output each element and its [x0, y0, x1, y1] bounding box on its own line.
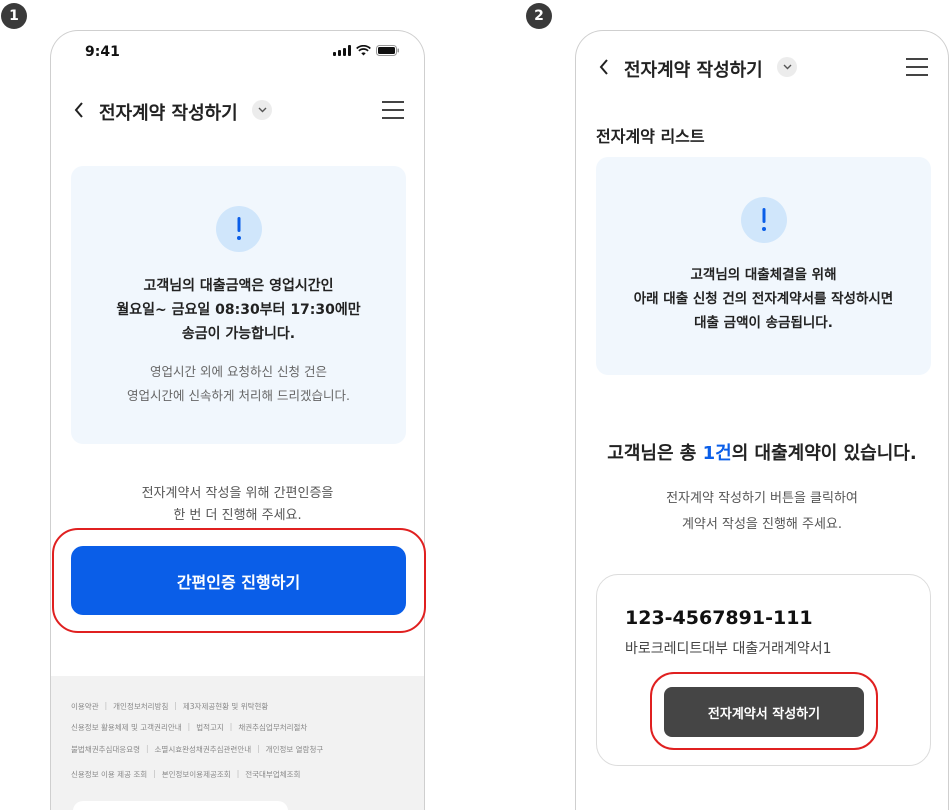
- notice-line: 월요일~ 금요일 08:30부터 17:30에만: [116, 302, 361, 318]
- guide-line: 전자계약 작성하기 버튼을 클릭하여: [666, 491, 858, 506]
- notice-line: 고객님의 대출체결을 위해: [690, 267, 837, 283]
- status-time: 9:41: [85, 44, 120, 60]
- footer-link[interactable]: 제3자제공현황 및 위탁현황: [183, 701, 268, 712]
- footer-links-row: 신용정보 이용 제공 조회 | 본인정보이용제공조회 | 전국대부업체조회: [71, 769, 301, 780]
- footer-link[interactable]: 채권추심업무처리절차: [238, 722, 307, 733]
- notice-card: 고객님의 대출체결을 위해 아래 대출 신청 건의 전자계약서를 작성하시면 대…: [596, 157, 931, 375]
- instruction-text: 전자계약서 작성을 위해 간편인증을 한 번 더 진행해 주세요.: [51, 483, 424, 527]
- page-title: 전자계약 작성하기: [624, 60, 763, 81]
- section-title: 전자계약 리스트: [596, 127, 705, 146]
- footer-link[interactable]: 전국대부업체조회: [245, 769, 300, 780]
- notice-line: 고객님의 대출금액은 영업시간인: [143, 278, 334, 294]
- phone-screen-2: 전자계약 작성하기 전자계약 리스트 고객님의 대출체결을 위해 아래 대출 신…: [575, 30, 949, 810]
- footer-link[interactable]: 이용약관: [71, 701, 99, 712]
- contract-card: 123-4567891-111 바로크레디트대부 대출거래계약서1 전자계약서 …: [596, 574, 931, 766]
- footer-link[interactable]: 신용정보 이용 제공 조회: [71, 769, 147, 780]
- title-dropdown-button[interactable]: [252, 100, 272, 120]
- notice-text: 고객님의 대출체결을 위해 아래 대출 신청 건의 전자계약서를 작성하시면 대…: [596, 263, 931, 335]
- footer-link[interactable]: 개인정보 열람청구: [266, 744, 324, 755]
- status-icons: [333, 45, 400, 56]
- step-badge-1: 1: [1, 3, 27, 29]
- back-arrow-icon: [74, 102, 83, 118]
- chevron-down-icon: [783, 64, 791, 70]
- footer-link[interactable]: 불법채권추심대응요령: [71, 744, 140, 755]
- simple-auth-button[interactable]: 간편인증 진행하기: [71, 546, 406, 615]
- battery-icon: [376, 45, 399, 56]
- back-arrow-icon: [599, 59, 608, 75]
- guide-text: 전자계약 작성하기 버튼을 클릭하여 계약서 작성을 진행해 주세요.: [576, 486, 948, 538]
- summary-prefix: 고객님은 총: [607, 443, 703, 464]
- footer-link[interactable]: 본인정보이용제공조회: [162, 769, 231, 780]
- summary-suffix: 의 대출계약이 있습니다.: [731, 443, 917, 464]
- hamburger-menu-button[interactable]: [382, 99, 404, 121]
- footer-links-row: 신용정보 활용체제 및 고객권리안내 | 법적고지 | 채권추심업무처리절차: [71, 722, 308, 733]
- phone-screen-1: 9:41 전자계약 작성하기 고객님의 대출금액은 영업시간인 월요일~ 금요일…: [50, 30, 425, 810]
- footer: 이용약관 | 개인정보처리방침 | 제3자제공현황 및 위탁현황 신용정보 활용체제…: [51, 676, 424, 810]
- notice-card: 고객님의 대출금액은 영업시간인 월요일~ 금요일 08:30부터 17:30에…: [71, 166, 406, 444]
- status-bar: 9:41: [51, 31, 424, 75]
- notice-sub-line: 영업시간 외에 요청하신 신청 건은: [150, 364, 327, 379]
- contract-summary: 고객님은 총 1건의 대출계약이 있습니다.: [576, 439, 948, 465]
- footer-link[interactable]: 소멸시효완성채권추심관련안내: [155, 744, 252, 755]
- exclamation-icon: [741, 197, 787, 243]
- notice-line: 아래 대출 신청 건의 전자계약서를 작성하시면: [633, 291, 894, 307]
- footer-links-row: 불법채권추심대응요령 | 소멸시효완성채권추심관련안내 | 개인정보 열람청구: [71, 744, 324, 755]
- guide-line: 계약서 작성을 진행해 주세요.: [681, 517, 843, 532]
- contract-number: 123-4567891-111: [625, 607, 813, 629]
- instruction-line: 한 번 더 진행해 주세요.: [173, 508, 302, 523]
- app-bar: 전자계약 작성하기: [51, 90, 424, 130]
- notice-sub-line: 영업시간에 신속하게 처리해 드리겠습니다.: [127, 388, 350, 403]
- wifi-icon: [356, 45, 371, 56]
- app-bar: 전자계약 작성하기: [576, 47, 948, 87]
- back-button[interactable]: [594, 57, 614, 77]
- hamburger-menu-button[interactable]: [906, 56, 928, 78]
- notice-line: 대출 금액이 송금됩니다.: [694, 315, 833, 331]
- footer-link[interactable]: 개인정보처리방침: [113, 701, 168, 712]
- chevron-down-icon: [258, 107, 266, 113]
- step-badge-2: 2: [526, 3, 552, 29]
- summary-count: 1건: [702, 443, 732, 464]
- footer-select[interactable]: [73, 801, 288, 810]
- hamburger-menu-icon: [906, 58, 928, 60]
- hamburger-menu-icon: [382, 101, 404, 103]
- notice-text: 고객님의 대출금액은 영업시간인 월요일~ 금요일 08:30부터 17:30에…: [71, 274, 406, 346]
- footer-link[interactable]: 신용정보 활용체제 및 고객권리안내: [71, 722, 182, 733]
- exclamation-icon: [216, 206, 262, 252]
- contract-name: 바로크레디트대부 대출거래계약서1: [625, 641, 832, 657]
- notice-subtext: 영업시간 외에 요청하신 신청 건은 영업시간에 신속하게 처리해 드리겠습니다…: [71, 360, 406, 408]
- back-button[interactable]: [69, 100, 89, 120]
- instruction-line: 전자계약서 작성을 위해 간편인증을: [141, 486, 334, 501]
- title-dropdown-button[interactable]: [777, 57, 797, 77]
- write-contract-button[interactable]: 전자계약서 작성하기: [664, 687, 864, 737]
- footer-links-row: 이용약관 | 개인정보처리방침 | 제3자제공현황 및 위탁현황: [71, 701, 269, 712]
- footer-link[interactable]: 법적고지: [196, 722, 224, 733]
- page-title: 전자계약 작성하기: [99, 103, 238, 124]
- cellular-signal-icon: [333, 45, 351, 56]
- notice-line: 송금이 가능합니다.: [181, 326, 296, 342]
